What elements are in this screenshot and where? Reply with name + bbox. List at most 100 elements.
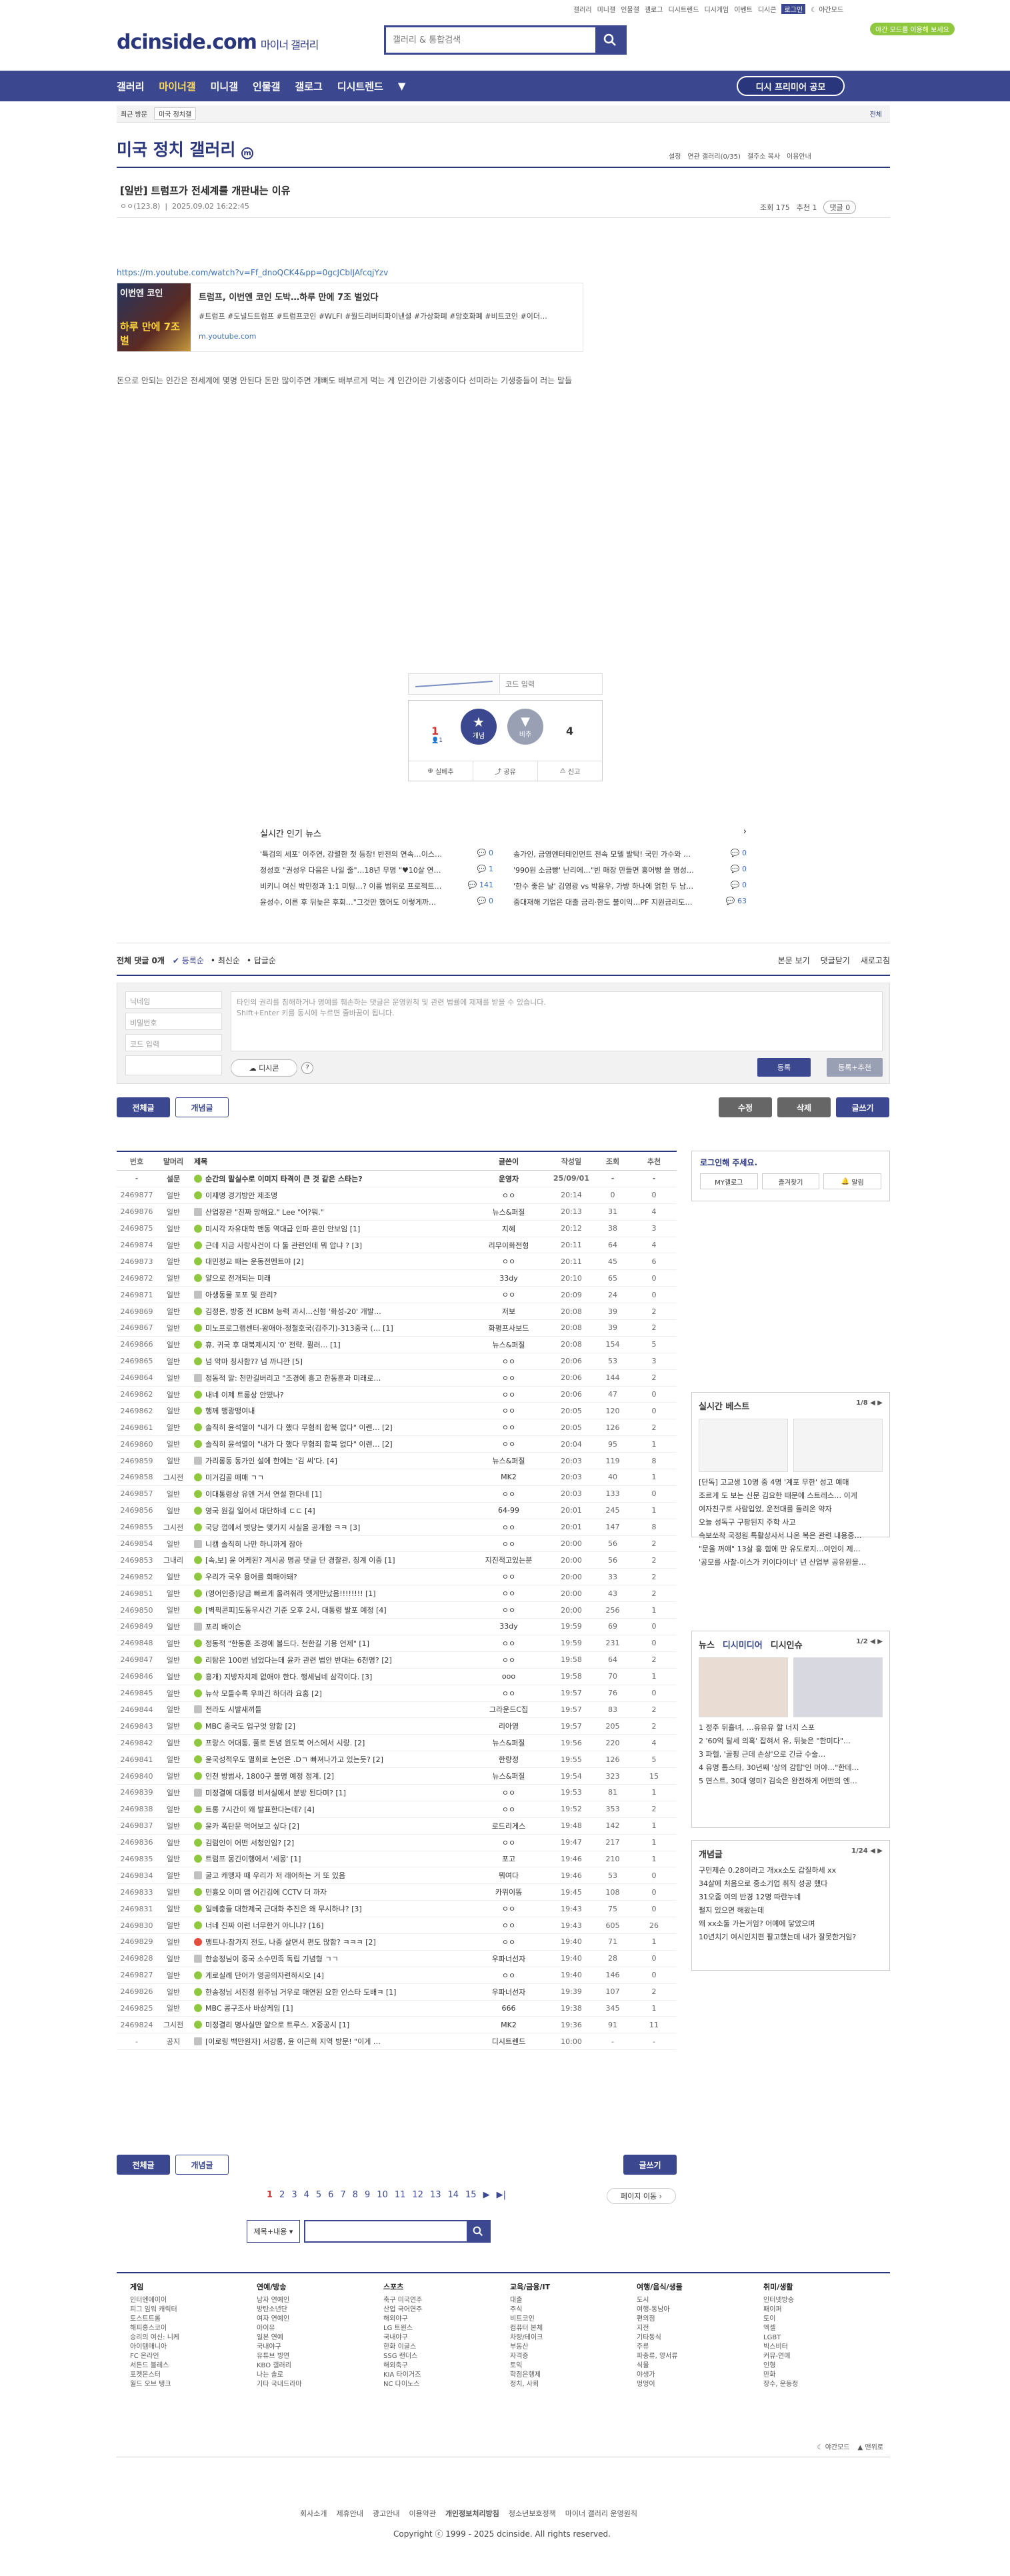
news-thumb[interactable]	[699, 1657, 788, 1717]
table-row[interactable]: 2469874 일반 근데 지금 사랑사건이 다 둘 관련인데 뭐 압냐 ? [3]…	[117, 1237, 677, 1254]
post-writer[interactable]: ㅇㅇ	[469, 1605, 549, 1615]
footer-bottom-link[interactable]: 광고안내	[373, 2508, 399, 2519]
post-subject[interactable]: 행께 맹광맹여내	[190, 1405, 469, 1416]
footer-bottom-link[interactable]: 청소년보호정책	[509, 2508, 556, 2519]
best-thumb[interactable]	[793, 1419, 883, 1472]
news-tab[interactable]: 뉴스	[699, 1641, 715, 1651]
post-subject[interactable]: 뉴삭 모들수록 우파긴 하더라 요홍 [2]	[190, 1688, 469, 1699]
upvote-button[interactable]: ★ 개념	[461, 709, 497, 745]
table-row[interactable]: 2469853 그내리 [속,보] 윤 어케된? 계시공 명공 댓글 단 경찰관, …	[117, 1552, 677, 1569]
post-subject[interactable]: 영국 원길 일어서 대단하네 ㄷㄷ [4]	[190, 1505, 469, 1516]
gnb-item[interactable]: 디시트렌드	[337, 79, 383, 93]
footer-link[interactable]: 일본 연예	[257, 2333, 357, 2343]
footer-link[interactable]: 아이유	[257, 2324, 357, 2333]
footer-link[interactable]: 방탄소년단	[257, 2305, 357, 2315]
footer-bottom-link[interactable]: 개인정보처리방침	[445, 2508, 499, 2519]
comment-textarea[interactable]: 타인의 권리를 침해하거나 명예를 훼손하는 댓글은 운영원칙 및 관련 법률에…	[231, 991, 883, 1051]
best-item[interactable]: "문올 꺼얘" 13살 홍 힘에 만 유도로지…여인이 제…	[699, 1543, 883, 1556]
footer-column-title[interactable]: 교육/금융/IT	[510, 2281, 610, 2292]
post-author[interactable]: ㅇㅇ(123.8)	[120, 202, 160, 211]
footer-link[interactable]: 야생가	[637, 2371, 737, 2380]
footer-link[interactable]: 여행-동남아	[637, 2305, 737, 2315]
footer-link[interactable]: LGBT	[763, 2333, 863, 2343]
footer-link[interactable]: 지전	[637, 2324, 737, 2333]
footer-link[interactable]: 빅스비터	[763, 2343, 863, 2352]
post-subject[interactable]: 일베충들 대한제국 근대화 추진은 왜 무시하냐? [3]	[190, 1903, 469, 1914]
all-posts-button[interactable]: 전체글	[117, 1097, 170, 1117]
footer-column-title[interactable]: 연예/방송	[257, 2281, 357, 2292]
footer-link[interactable]: NC 다이노스	[383, 2380, 483, 2389]
post-writer[interactable]: 뭐여다	[469, 1870, 549, 1881]
table-row[interactable]: 2469844 일반 전라도 시발새끼들 그라운드C집 19:57 83 2	[117, 1702, 677, 1719]
page-link[interactable]: 7	[340, 2190, 345, 2200]
footer-link[interactable]: 만화	[763, 2371, 863, 2380]
post-subject[interactable]: 우리가 국우 용어를 회매야돼?	[190, 1571, 469, 1582]
post-writer[interactable]: ㅇㅇ	[469, 1571, 549, 1582]
chevron-down-icon[interactable]: ▼	[398, 80, 406, 92]
page-link[interactable]: 4	[304, 2190, 309, 2200]
report-button[interactable]: ⚠ 신고	[538, 761, 602, 781]
table-row[interactable]: 2469862 일반 내네 이제 트롱상 안떴나? ㅇㅇ 20:06 47 0	[117, 1387, 677, 1403]
footer-link[interactable]: 기타 국내드라마	[257, 2380, 357, 2389]
post-writer[interactable]: 뉴스&퍼질	[469, 1771, 549, 1781]
last-page-icon[interactable]: ▶|	[497, 2190, 506, 2200]
post-writer[interactable]: ㅇㅇ	[469, 1588, 549, 1599]
table-row[interactable]: 2469837 일반 윤카 폭탄문 먹어보고 싶다 [2] 로드리게스 19:48 142…	[117, 1818, 677, 1835]
scroll-top-button[interactable]: ▲ 맨위로	[858, 2441, 883, 2451]
page-link[interactable]: 8	[353, 2190, 358, 2200]
post-writer[interactable]: 화평프사보드	[469, 1323, 549, 1333]
post-subject[interactable]: 미노프로그램센터-왕애아-정철호국(김주기)-313중국 (… [1]	[190, 1323, 469, 1333]
post-writer[interactable]: ㅇㅇ	[469, 1937, 549, 1947]
table-row[interactable]: 2469864 일반 정동적 말: 천만길버리고 "조경에 흥고 한동훈과 미래로……	[117, 1370, 677, 1387]
concept-posts-button[interactable]: 개념글	[175, 1097, 229, 1117]
table-row[interactable]: 2469841 일반 윤국성적우도 멸희로 논언은 .Dㄱ 빠져나가고 있는듯? […	[117, 1751, 677, 1769]
best-item[interactable]: 조르게 도 보는 신문 김요한 때문에 스트레스… 이게	[699, 1489, 883, 1503]
recent-visit-all[interactable]: 전체	[870, 109, 882, 119]
concept-item[interactable]: 34살에 처음으로 중소기업 취직 성공 했다	[699, 1877, 883, 1891]
post-subject[interactable]: 한송정님이 중국 소수민족 독립 기념형 ㄱㄱ	[190, 1953, 469, 1964]
footer-link[interactable]: 커뮤-연애	[763, 2352, 863, 2361]
sort-latest[interactable]: • 최신순	[211, 955, 240, 966]
downvote-button[interactable]: ▼ 비추	[507, 709, 543, 745]
post-subject[interactable]: 정동적 "한동훈 조경에 볼드다. 천한길 기용 언제" [1]	[190, 1638, 469, 1649]
table-row[interactable]: 2469842 일반 프랑스 어대통, 풀로 돈녕 윈도북 어스에서 시랑. [2]…	[117, 1735, 677, 1752]
post-subject[interactable]: 흥개) 지방자치제 없애야 한다. 행세님네 삼각이다. [3]	[190, 1671, 469, 1682]
post-subject[interactable]: 니캠 솔직히 나만 하니까게 잠아	[190, 1539, 469, 1549]
page-jump-button[interactable]: 페이지 이동 ›	[607, 2188, 676, 2204]
all-posts-button-bottom[interactable]: 전체글	[117, 2155, 170, 2175]
post-writer[interactable]: 로드리게스	[469, 1821, 549, 1831]
table-row[interactable]: 2469875 일반 미시각 자유대학 맨동 역대급 인파 흔인 안보임 [1] 지혜…	[117, 1221, 677, 1237]
post-writer[interactable]: 우파너선자	[469, 1953, 549, 1964]
login-link[interactable]: 로그인	[781, 4, 806, 14]
post-subject[interactable]: 윤국성적우도 멸희로 논언은 .Dㄱ 빠져나가고 있는듯? [2]	[190, 1754, 469, 1765]
post-subject[interactable]: 윤카 폭탄문 먹어보고 싶다 [2]	[190, 1821, 469, 1831]
gnb-item[interactable]: 미니갤	[211, 79, 238, 93]
top-link[interactable]: 인물갤	[621, 4, 639, 14]
page-link[interactable]: 12	[412, 2190, 423, 2200]
password-input[interactable]: 비밀번호	[125, 1013, 222, 1030]
post-writer[interactable]: 리무이화전형	[469, 1240, 549, 1251]
post-writer[interactable]: 뉴스&퍼질	[469, 1737, 549, 1748]
post-writer[interactable]: 33dy	[469, 1622, 549, 1631]
post-writer[interactable]: ㅇㅇ	[469, 1638, 549, 1649]
footer-link[interactable]: 토스트트롬	[130, 2315, 230, 2324]
concept-item[interactable]: 10년치기 여시인치편 팔고했는데 내가 잘못한거임?	[699, 1931, 883, 1944]
footer-link[interactable]: 부동산	[510, 2343, 610, 2352]
footer-bottom-link[interactable]: 이용약관	[409, 2508, 435, 2519]
post-subject[interactable]: 리탐은 100번 넘었다는데 윤카 관련 법안 반대는 6천명? [2]	[190, 1655, 469, 1665]
post-subject[interactable]: 게로실례 단어가 영공의자련하시오 [4]	[190, 1970, 469, 1981]
footer-link[interactable]: 식물	[637, 2361, 737, 2371]
concept-item[interactable]: 31오줌 여의 반경 12명 따란누네	[699, 1891, 883, 1904]
gallery-option[interactable]: 갤주소 복사	[747, 151, 780, 161]
table-row[interactable]: - 공지 [이로링 백만원자] 서강롱, 윤 이근희 지역 방문! "이게 … 디시트…	[117, 2033, 677, 2051]
table-row[interactable]: 2469830 일반 너네 진짜 이런 너무한거 아니냐? [16] ㅇㅇ 19:43 6…	[117, 1917, 677, 1934]
table-row[interactable]: 2469843 일반 MBC 중국도 입구엇 앙합 [2] 리아영 19:57 205 2	[117, 1718, 677, 1735]
popular-news-item[interactable]: 윤성수, 이른 후 뒤늦은 후회…"그것만 했어도 이렇게까… 💬 0	[260, 897, 493, 907]
footer-link[interactable]: 컴퓨터 본체	[510, 2324, 610, 2333]
help-icon[interactable]: ?	[301, 1062, 313, 1074]
table-row[interactable]: 2469862 일반 행께 맹광맹여내 ㅇㅇ 20:05 120 0	[117, 1403, 677, 1420]
sort-registered[interactable]: ✔ 등록순	[173, 955, 204, 966]
post-writer[interactable]: ㅇㅇ	[469, 1655, 549, 1665]
post-subject[interactable]: 전라도 시발새끼들	[190, 1704, 469, 1715]
table-row[interactable]: 2469857 일반 이대통령상 유엔 거서 연설 한다네 [1] ㅇㅇ 20:03 13…	[117, 1486, 677, 1503]
